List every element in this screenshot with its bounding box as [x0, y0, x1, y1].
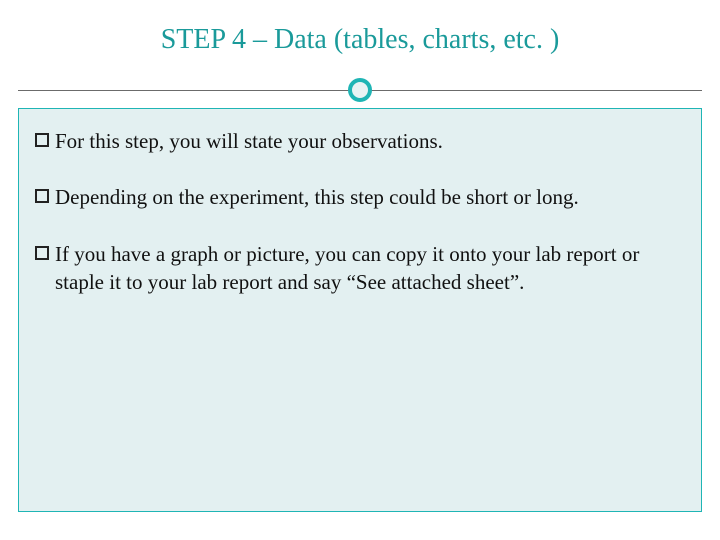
- bullet-text: For this step, you will state your obser…: [55, 127, 681, 155]
- list-item: Depending on the experiment, this step c…: [35, 183, 681, 211]
- square-bullet-icon: [35, 189, 49, 203]
- bullet-text: Depending on the experiment, this step c…: [55, 183, 681, 211]
- list-item: If you have a graph or picture, you can …: [35, 240, 681, 297]
- title-divider: [18, 76, 702, 104]
- title-area: STEP 4 – Data (tables, charts, etc. ): [0, 0, 720, 68]
- bullet-text: If you have a graph or picture, you can …: [55, 240, 681, 297]
- slide: STEP 4 – Data (tables, charts, etc. ) Fo…: [0, 0, 720, 540]
- list-item: For this step, you will state your obser…: [35, 127, 681, 155]
- slide-title: STEP 4 – Data (tables, charts, etc. ): [40, 24, 680, 56]
- content-panel: For this step, you will state your obser…: [18, 108, 702, 512]
- square-bullet-icon: [35, 246, 49, 260]
- divider-circle-icon: [348, 78, 372, 102]
- square-bullet-icon: [35, 133, 49, 147]
